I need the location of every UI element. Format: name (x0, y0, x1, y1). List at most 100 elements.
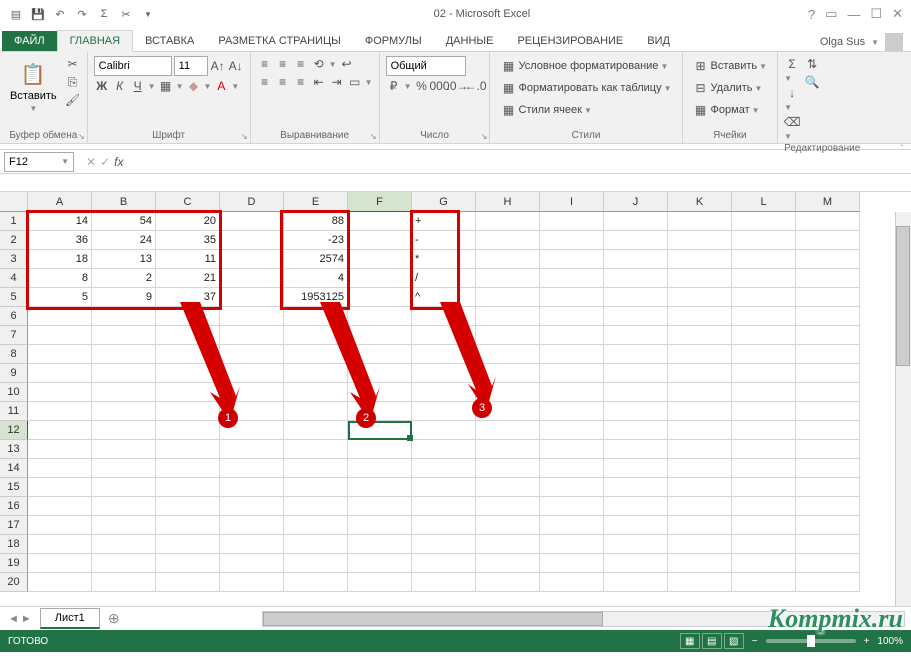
cell-B11[interactable] (92, 402, 156, 421)
cell-J20[interactable] (604, 573, 668, 592)
cell-J5[interactable] (604, 288, 668, 307)
cells[interactable]: 14542088+362435-23-1813112574*82214/5937… (28, 212, 860, 592)
cell-J10[interactable] (604, 383, 668, 402)
row-header-19[interactable]: 19 (0, 554, 28, 573)
cell-H6[interactable] (476, 307, 540, 326)
cell-M5[interactable] (796, 288, 860, 307)
cell-M2[interactable] (796, 231, 860, 250)
cell-K19[interactable] (668, 554, 732, 573)
cell-B13[interactable] (92, 440, 156, 459)
cell-B15[interactable] (92, 478, 156, 497)
cell-D6[interactable] (220, 307, 284, 326)
cell-M16[interactable] (796, 497, 860, 516)
cell-E2[interactable]: -23 (284, 231, 348, 250)
tab-formulas[interactable]: ФОРМУЛЫ (353, 31, 434, 51)
clear-icon[interactable]: ⌫ (784, 114, 800, 130)
cell-M3[interactable] (796, 250, 860, 269)
cell-E7[interactable] (284, 326, 348, 345)
cell-K1[interactable] (668, 212, 732, 231)
fill-icon[interactable]: ↓ (784, 85, 800, 101)
cell-A13[interactable] (28, 440, 92, 459)
cell-I8[interactable] (540, 345, 604, 364)
cell-H4[interactable] (476, 269, 540, 288)
conditional-format-button[interactable]: ▦Условное форматирование▼ (496, 56, 675, 76)
cell-M11[interactable] (796, 402, 860, 421)
cell-B19[interactable] (92, 554, 156, 573)
cell-L9[interactable] (732, 364, 796, 383)
cell-L7[interactable] (732, 326, 796, 345)
cell-E9[interactable] (284, 364, 348, 383)
cell-L13[interactable] (732, 440, 796, 459)
cell-M17[interactable] (796, 516, 860, 535)
cell-C16[interactable] (156, 497, 220, 516)
decrease-indent-icon[interactable]: ⇤ (311, 74, 327, 90)
currency-icon[interactable]: ₽ (386, 78, 402, 94)
cell-L19[interactable] (732, 554, 796, 573)
cell-M15[interactable] (796, 478, 860, 497)
close-icon[interactable]: ✕ (892, 6, 903, 22)
cell-F4[interactable] (348, 269, 412, 288)
cell-F19[interactable] (348, 554, 412, 573)
cell-C7[interactable] (156, 326, 220, 345)
decrease-font-icon[interactable]: A↓ (228, 58, 244, 74)
cell-G8[interactable] (412, 345, 476, 364)
cell-J2[interactable] (604, 231, 668, 250)
cell-B12[interactable] (92, 421, 156, 440)
cell-I3[interactable] (540, 250, 604, 269)
cell-D9[interactable] (220, 364, 284, 383)
cell-F1[interactable] (348, 212, 412, 231)
cell-L17[interactable] (732, 516, 796, 535)
cell-C3[interactable]: 11 (156, 250, 220, 269)
cell-B17[interactable] (92, 516, 156, 535)
tab-data[interactable]: ДАННЫЕ (434, 31, 506, 51)
cell-B9[interactable] (92, 364, 156, 383)
cell-L5[interactable] (732, 288, 796, 307)
cell-L12[interactable] (732, 421, 796, 440)
cell-A17[interactable] (28, 516, 92, 535)
cell-D11[interactable] (220, 402, 284, 421)
cell-M13[interactable] (796, 440, 860, 459)
vertical-scrollbar[interactable] (895, 212, 911, 606)
cell-B8[interactable] (92, 345, 156, 364)
zoom-in-icon[interactable]: + (864, 636, 870, 647)
col-header-K[interactable]: K (668, 192, 732, 212)
row-header-3[interactable]: 3 (0, 250, 28, 269)
font-color-icon[interactable]: A (213, 78, 229, 94)
cell-F12[interactable] (348, 421, 412, 440)
cell-E16[interactable] (284, 497, 348, 516)
row-header-15[interactable]: 15 (0, 478, 28, 497)
cell-G2[interactable]: - (412, 231, 476, 250)
cell-C11[interactable] (156, 402, 220, 421)
cell-F17[interactable] (348, 516, 412, 535)
cell-G4[interactable]: / (412, 269, 476, 288)
cell-D14[interactable] (220, 459, 284, 478)
fill-color-icon[interactable]: ◆ (185, 78, 201, 94)
dialog-launcher-icon[interactable]: ↘ (241, 132, 248, 141)
vscroll-thumb[interactable] (896, 226, 910, 366)
tab-pagelayout[interactable]: РАЗМЕТКА СТРАНИЦЫ (206, 31, 352, 51)
underline-icon[interactable]: Ч (130, 78, 146, 94)
cell-J12[interactable] (604, 421, 668, 440)
minimize-icon[interactable]: — (847, 7, 860, 22)
cell-G20[interactable] (412, 573, 476, 592)
cell-G7[interactable] (412, 326, 476, 345)
row-header-10[interactable]: 10 (0, 383, 28, 402)
cell-E8[interactable] (284, 345, 348, 364)
cell-I20[interactable] (540, 573, 604, 592)
cell-I1[interactable] (540, 212, 604, 231)
cell-B2[interactable]: 24 (92, 231, 156, 250)
format-cells-button[interactable]: ▦Формат▼ (689, 100, 772, 120)
cell-E17[interactable] (284, 516, 348, 535)
row-header-8[interactable]: 8 (0, 345, 28, 364)
cell-H5[interactable] (476, 288, 540, 307)
cell-A9[interactable] (28, 364, 92, 383)
row-header-16[interactable]: 16 (0, 497, 28, 516)
cell-J8[interactable] (604, 345, 668, 364)
cell-M8[interactable] (796, 345, 860, 364)
cell-L16[interactable] (732, 497, 796, 516)
col-header-G[interactable]: G (412, 192, 476, 212)
cell-A7[interactable] (28, 326, 92, 345)
cell-D16[interactable] (220, 497, 284, 516)
find-icon[interactable]: 🔍 (804, 74, 820, 90)
view-normal-icon[interactable]: ▦ (680, 633, 700, 649)
